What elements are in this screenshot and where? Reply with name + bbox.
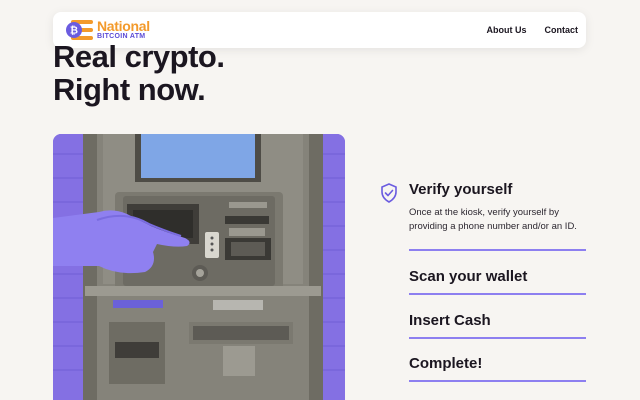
step-insert-cash[interactable]: Insert Cash (409, 311, 491, 331)
step-title: Verify yourself (409, 181, 513, 198)
step-description: Once at the kiosk, verify yourself by pr… (409, 207, 577, 232)
svg-text:₿: ₿ (70, 25, 78, 37)
step-divider (409, 249, 586, 251)
main-nav: About Us Contact (487, 12, 579, 48)
logo-wordmark-top: National (97, 18, 150, 34)
hero-headline-line-1: Real crypto. (53, 39, 225, 74)
step-complete[interactable]: Complete! (409, 354, 482, 374)
nav-contact-link[interactable]: Contact (545, 25, 579, 35)
shield-check-icon (381, 183, 397, 203)
step-divider (409, 337, 586, 339)
step-scan-your-wallet[interactable]: Scan your wallet (409, 267, 527, 287)
step-divider (409, 380, 586, 382)
nav-about-us-link[interactable]: About Us (487, 25, 527, 35)
step-verify-yourself[interactable]: Verify yourself Once at the kiosk, verif… (380, 180, 586, 240)
atm-illustration (53, 134, 345, 400)
steps-list: Verify yourself Once at the kiosk, verif… (380, 180, 586, 240)
step-divider (409, 293, 586, 295)
hero-headline: Real crypto. Right now. (53, 39, 225, 107)
atm-photo (53, 134, 345, 400)
hero-headline-line-2: Right now. (53, 72, 206, 107)
